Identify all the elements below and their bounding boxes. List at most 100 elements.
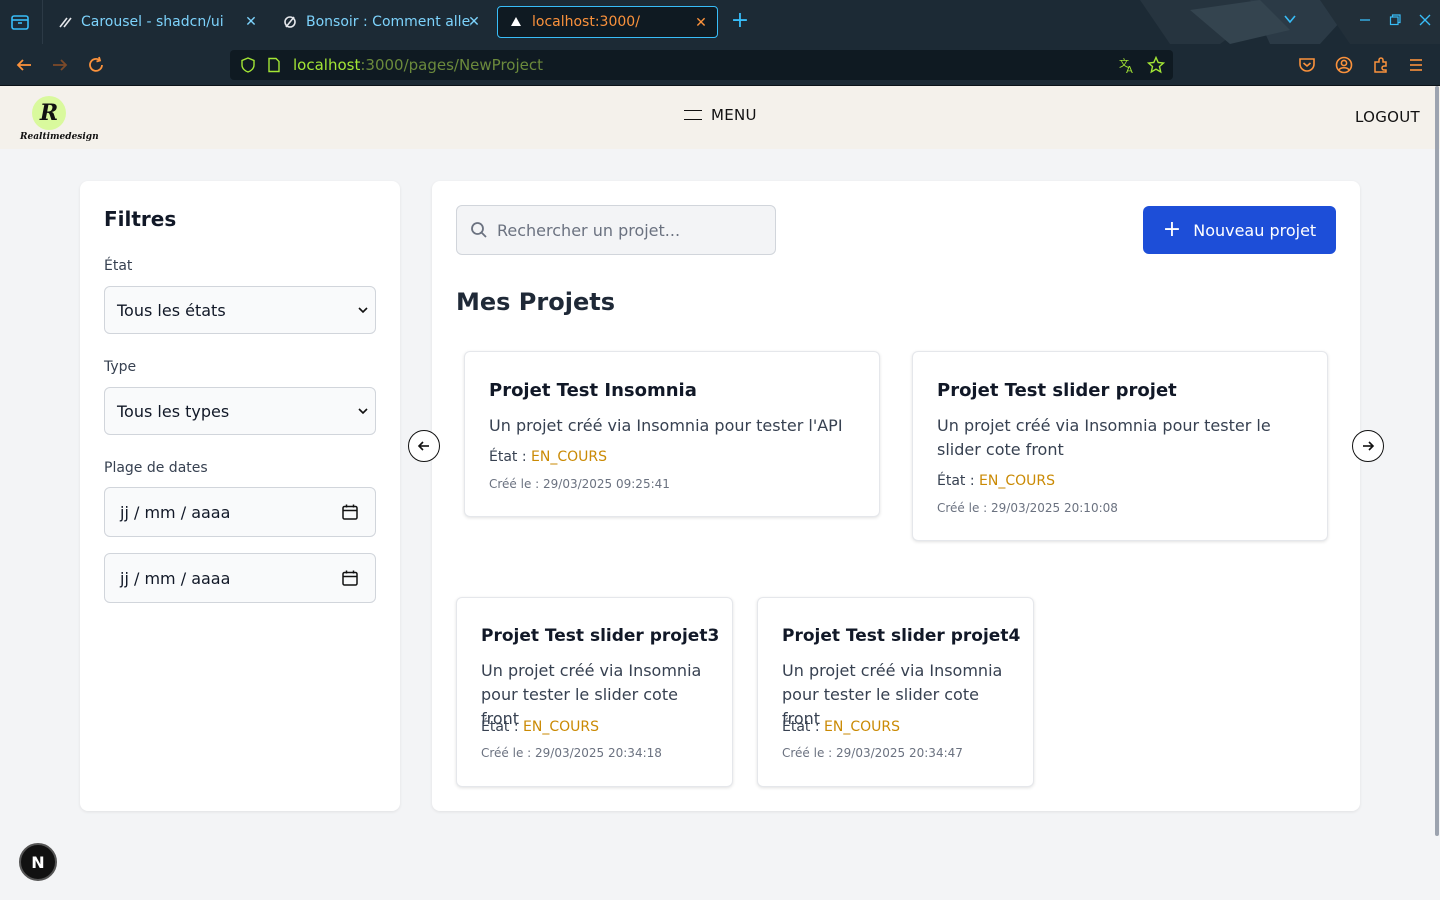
date-range-label: Plage de dates	[104, 460, 208, 476]
state-prefix: État :	[937, 473, 975, 489]
browser-nav-bar: localhost:3000/pages/NewProject 文A	[0, 44, 1440, 86]
arrow-left-icon	[417, 441, 429, 451]
state-value: EN_COURS	[531, 449, 608, 465]
page-title: Mes Projets	[456, 288, 615, 316]
search-icon	[471, 222, 487, 238]
logo-badge: R	[32, 96, 66, 130]
project-created-date: Créé le : 29/03/2025 20:34:47	[782, 746, 963, 760]
url-host: localhost	[293, 56, 361, 74]
url-path: :3000/pages/NewProject	[360, 56, 543, 74]
project-state: État : EN_COURS	[782, 719, 900, 735]
tab-title: Carousel - shadcn/ui	[81, 14, 224, 30]
tab-carousel[interactable]: Carousel - shadcn/ui ✕	[47, 6, 267, 38]
calendar-icon[interactable]	[341, 569, 359, 587]
project-state: État : EN_COURS	[481, 719, 599, 735]
state-value: EN_COURS	[824, 719, 901, 735]
project-created-date: Créé le : 29/03/2025 09:25:41	[489, 477, 670, 491]
project-description: Un projet créé via Insomnia pour tester …	[489, 416, 843, 435]
new-project-button[interactable]: + Nouveau projet	[1143, 206, 1336, 254]
vercel-favicon	[508, 14, 524, 30]
plus-icon: +	[1162, 217, 1182, 242]
type-select[interactable]: Tous les types	[104, 387, 376, 435]
project-card[interactable]: Projet Test slider projet3 Un projet cré…	[456, 597, 733, 787]
minimize-icon[interactable]	[1355, 12, 1375, 32]
project-card[interactable]: Projet Test slider projet Un projet créé…	[912, 351, 1328, 541]
pocket-icon[interactable]	[1298, 56, 1316, 74]
search-box[interactable]	[456, 205, 776, 255]
theme-background-art	[1140, 0, 1440, 44]
search-input[interactable]	[497, 206, 767, 254]
new-project-label: Nouveau projet	[1193, 220, 1317, 240]
project-title: Projet Test slider projet	[937, 380, 1177, 401]
app-header: R Realtimedesign MENU LOGOUT	[0, 86, 1440, 149]
carousel-next-button[interactable]	[1352, 430, 1384, 462]
state-prefix: État :	[489, 449, 527, 465]
chevron-down-icon	[358, 307, 368, 314]
end-date-placeholder: jj / mm / aaaa	[120, 568, 231, 588]
maximize-icon[interactable]	[1385, 12, 1405, 32]
state-value: EN_COURS	[979, 473, 1056, 489]
logo[interactable]: R Realtimedesign	[20, 94, 99, 146]
type-filter-label: Type	[104, 359, 137, 375]
project-description: Un projet créé via Insomnia pour tester …	[937, 416, 1271, 459]
extensions-icon[interactable]	[1372, 56, 1390, 74]
svg-text:A: A	[1126, 65, 1133, 74]
tab-bonsoir[interactable]: Bonsoir : Comment allez ✕	[272, 6, 490, 38]
type-select-value: Tous les types	[117, 401, 230, 421]
state-prefix: État :	[481, 719, 519, 735]
browser-tab-bar: Carousel - shadcn/ui ✕ Bonsoir : Comment…	[0, 0, 1440, 44]
state-select[interactable]: Tous les états	[104, 286, 376, 334]
menu-button[interactable]: MENU	[684, 106, 757, 124]
start-date-input[interactable]: jj / mm / aaaa	[104, 487, 376, 537]
filters-title: Filtres	[104, 207, 177, 231]
project-created-date: Créé le : 29/03/2025 20:10:08	[937, 501, 1118, 515]
projects-panel: + Nouveau projet Mes Projets Projet Test…	[408, 181, 1384, 811]
tab-list-icon[interactable]	[10, 12, 30, 32]
menu-label: MENU	[711, 106, 757, 124]
page-icon[interactable]	[266, 57, 282, 73]
filters-panel: Filtres État Tous les états Type Tous le…	[80, 181, 400, 811]
close-icon[interactable]: ✕	[243, 14, 259, 30]
nextjs-dev-badge[interactable]: N	[19, 843, 57, 881]
carousel-prev-button[interactable]	[408, 430, 440, 462]
state-value: EN_COURS	[523, 719, 600, 735]
translate-icon[interactable]: 文A	[1118, 56, 1136, 76]
logo-text: Realtimedesign	[20, 132, 99, 142]
project-title: Projet Test Insomnia	[489, 380, 697, 401]
project-state: État : EN_COURS	[937, 473, 1055, 489]
project-card[interactable]: Projet Test Insomnia Un projet créé via …	[464, 351, 880, 517]
arrow-right-icon	[1363, 441, 1375, 451]
account-icon[interactable]	[1335, 56, 1353, 74]
start-date-placeholder: jj / mm / aaaa	[120, 502, 231, 522]
sync-favicon	[282, 14, 298, 30]
star-icon[interactable]	[1146, 55, 1166, 74]
close-icon[interactable]: ✕	[693, 15, 709, 31]
logout-button[interactable]: LOGOUT	[1355, 108, 1420, 126]
window-close-icon[interactable]	[1415, 12, 1435, 32]
app-menu-icon[interactable]	[1407, 56, 1425, 74]
plus-icon[interactable]: +	[730, 10, 750, 33]
forward-icon[interactable]	[50, 55, 70, 75]
hamburger-icon	[684, 110, 702, 120]
state-filter-label: État	[104, 258, 133, 274]
state-select-value: Tous les états	[117, 300, 226, 320]
page-scrollbar[interactable]	[1434, 86, 1440, 836]
project-card[interactable]: Projet Test slider projet4 Un projet cré…	[757, 597, 1034, 787]
reload-icon[interactable]	[86, 55, 106, 75]
scrollbar-thumb[interactable]	[1435, 86, 1439, 836]
chevron-down-icon[interactable]	[1280, 12, 1300, 32]
project-title: Projet Test slider projet4	[782, 626, 1021, 646]
tab-separator	[42, 0, 43, 44]
shadcn-favicon	[57, 14, 73, 30]
end-date-input[interactable]: jj / mm / aaaa	[104, 553, 376, 603]
url-text[interactable]: localhost:3000/pages/NewProject	[293, 56, 543, 74]
project-state: État : EN_COURS	[489, 449, 607, 465]
tab-localhost[interactable]: localhost:3000/ ✕	[497, 6, 718, 38]
project-title: Projet Test slider projet3	[481, 626, 720, 646]
calendar-icon[interactable]	[341, 503, 359, 521]
back-icon[interactable]	[14, 55, 34, 75]
chevron-down-icon	[358, 408, 368, 415]
close-icon[interactable]: ✕	[466, 14, 482, 30]
url-bar[interactable]: localhost:3000/pages/NewProject 文A	[230, 50, 1173, 80]
shield-icon[interactable]	[240, 57, 256, 73]
